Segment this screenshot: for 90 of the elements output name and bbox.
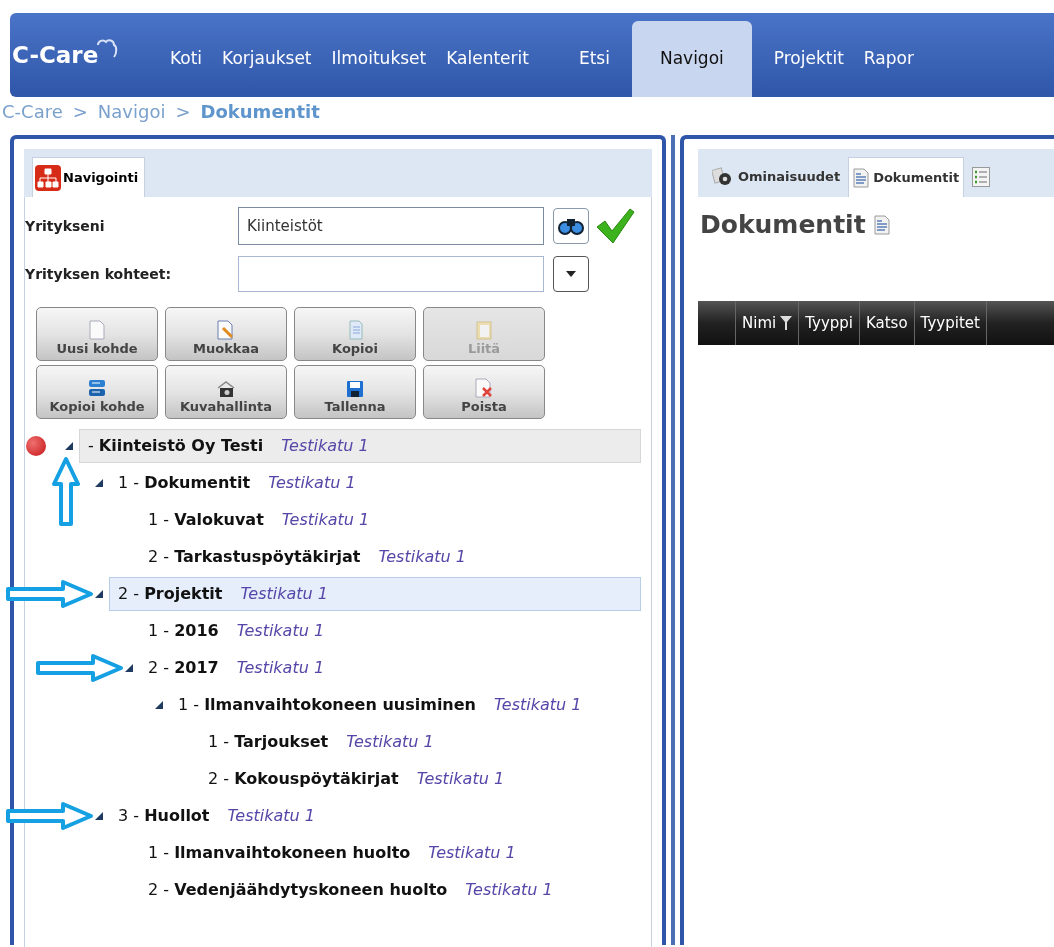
tree-item[interactable]: 2 - Vedenjäähdytyskoneen huolto Testikatu 1: [139, 872, 554, 907]
node-title: 2 - Projektit: [118, 582, 223, 605]
nav-tab[interactable]: Koti: [160, 21, 213, 97]
panel-tab[interactable]: Ominaisuudet: [708, 157, 845, 197]
tree-item[interactable]: 1 - Ilmanvaihtokoneen uusiminen Testikatu 1: [169, 687, 583, 722]
node-address: Testikatu 1: [346, 730, 434, 753]
dropdown-button[interactable]: [553, 256, 589, 292]
server-icon: [87, 378, 107, 398]
nav-tab[interactable]: Ilmoitukset: [321, 21, 437, 97]
nav-tab[interactable]: Kalenterit: [436, 21, 539, 97]
node-address: Testikatu 1: [236, 656, 325, 679]
node-address: Testikatu 1: [240, 582, 328, 605]
blank-page-icon: [89, 320, 105, 340]
tree-item[interactable]: 2 - Kokouspöytäkirjat Testikatu 1: [199, 761, 506, 796]
tree-item[interactable]: 2 - Tarkastuspöytäkirjat Testikatu 1: [139, 539, 467, 574]
nav-tab[interactable]: Korjaukset: [212, 21, 322, 97]
node-title: 3 - Huollot: [118, 804, 210, 827]
node-address: Testikatu 1: [236, 619, 325, 642]
node-title: 2 - 2017: [148, 656, 219, 679]
tree-item[interactable]: 2 - 2017 Testikatu 1: [139, 650, 326, 685]
pages-icon: [346, 320, 364, 340]
hierarchy-icon: [35, 164, 61, 191]
nav-tab[interactable]: Navigoi: [631, 21, 752, 97]
checkmark-icon: [595, 207, 635, 245]
document-icon: [873, 215, 890, 235]
nav-tab[interactable]: Rapor: [853, 21, 924, 97]
targets-dropdown-field[interactable]: [238, 256, 544, 292]
panel-heading: Dokumentit: [700, 209, 866, 242]
page-cross-icon: [475, 378, 493, 398]
node-title: 2 - Vedenjäähdytyskoneen huolto: [148, 878, 448, 901]
node-title: 2 - Tarkastuspöytäkirjat: [148, 545, 361, 568]
toolbar-button[interactable]: Kopioi: [294, 307, 416, 361]
node-title: 1 - Ilmanvaihtokoneen huolto: [148, 841, 411, 864]
tree-item[interactable]: 3 - Huollot Testikatu 1: [109, 798, 316, 833]
camera-icon: [216, 380, 236, 398]
breadcrumb-separator: >: [175, 99, 191, 124]
page-pencil-icon: [217, 320, 235, 340]
column-header[interactable]: Tyypitet: [914, 301, 987, 345]
column-header[interactable]: Nimi: [736, 301, 800, 345]
toolbar-button[interactable]: Muokkaa: [165, 307, 287, 361]
tree-item[interactable]: 1 - Dokumentit Testikatu 1: [109, 465, 357, 500]
list-icon: [972, 167, 991, 187]
node-title: 1 - 2016: [148, 619, 219, 642]
tree-item[interactable]: 1 - Ilmanvaihtokoneen huolto Testikatu 1: [139, 835, 517, 870]
node-title: 1 - Valokuvat: [148, 508, 264, 531]
expand-toggle[interactable]: [94, 477, 104, 488]
tree-item[interactable]: 1 - 2016 Testikatu 1: [139, 613, 326, 648]
tree-item[interactable]: 1 - Tarjoukset Testikatu 1: [199, 724, 435, 759]
company-field[interactable]: Kiinteistöt: [238, 207, 544, 245]
node-address: Testikatu 1: [378, 545, 466, 568]
toolbar-button[interactable]: Poista: [423, 365, 545, 419]
node-address: Testikatu 1: [281, 508, 370, 531]
logo[interactable]: C-Care: [12, 37, 99, 73]
binoculars-icon: [558, 217, 584, 235]
node-address: Testikatu 1: [416, 767, 505, 790]
panel-tab[interactable]: Navigointi: [32, 157, 146, 197]
column-header[interactable]: Tyyppi: [799, 301, 860, 345]
caret-icon: [566, 271, 576, 277]
nav-tab[interactable]: Projektit: [763, 21, 854, 97]
nav-tab[interactable]: Etsi: [568, 21, 620, 97]
clipboard-icon: [475, 320, 493, 340]
node-address: Testikatu 1: [281, 434, 369, 457]
toolbar-button[interactable]: Uusi kohde: [36, 307, 158, 361]
node-title: - Kiinteistö Oy Testi: [88, 434, 264, 457]
node-address: Testikatu 1: [494, 693, 582, 716]
expand-toggle[interactable]: [64, 440, 74, 451]
field-label: Yrityksen kohteet:: [25, 264, 173, 284]
node-address: Testikatu 1: [465, 878, 553, 901]
expand-toggle[interactable]: [154, 699, 164, 710]
toolbar-button[interactable]: Kopioi kohde: [36, 365, 158, 419]
tree-item[interactable]: - Kiinteistö Oy Testi Testikatu 1: [79, 428, 641, 463]
column-header[interactable]: Katso: [859, 301, 915, 345]
node-address: Testikatu 1: [227, 804, 315, 827]
tree-item[interactable]: 2 - Projektit Testikatu 1: [109, 576, 641, 611]
node-title: 1 - Dokumentit: [118, 471, 251, 494]
breadcrumb-separator: >: [72, 99, 88, 124]
toolbar-button[interactable]: Tallenna: [294, 365, 416, 419]
panel-tab[interactable]: Dokumentit: [848, 157, 965, 197]
node-address: Testikatu 1: [268, 471, 356, 494]
toolbar-button[interactable]: Kuvahallinta: [165, 365, 287, 419]
node-address: Testikatu 1: [428, 841, 516, 864]
node-title: 1 - Tarjoukset: [208, 730, 329, 753]
filter-icon: [780, 316, 793, 330]
tree-item[interactable]: 1 - Valokuvat Testikatu 1: [139, 502, 371, 537]
gear-icon: [712, 167, 734, 187]
search-button[interactable]: [553, 208, 589, 244]
document-icon: [853, 167, 870, 188]
node-title: 2 - Kokouspöytäkirjat: [208, 767, 399, 790]
field-label: Yritykseni: [25, 216, 106, 236]
node-title: 1 - Ilmanvaihtokoneen uusiminen: [178, 693, 476, 716]
